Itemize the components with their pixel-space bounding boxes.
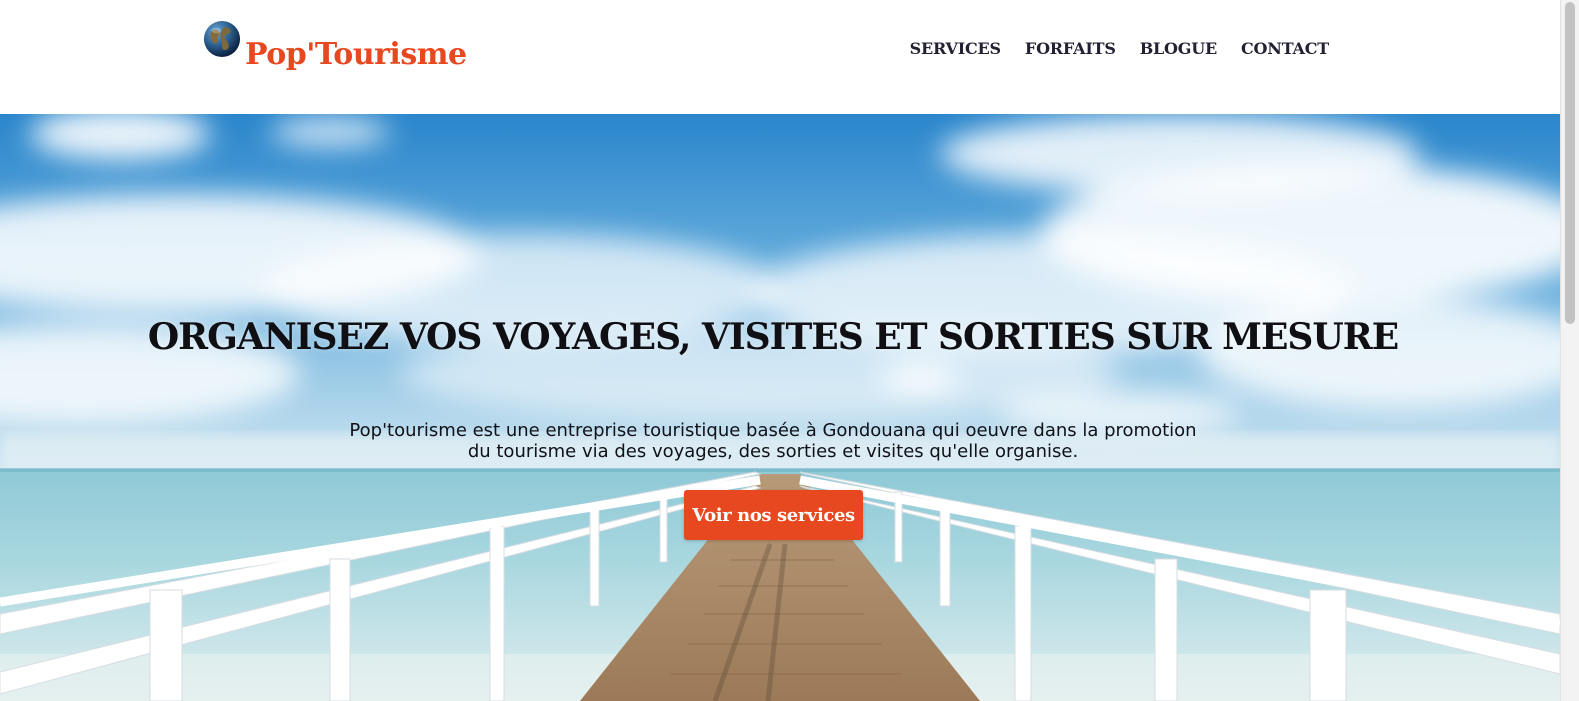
brand-logo-link[interactable]: Pop'Tourisme: [203, 18, 467, 74]
globe-icon: [203, 20, 241, 58]
scrollbar-thumb[interactable]: [1565, 2, 1575, 324]
nav-item-services[interactable]: SERVICES: [910, 39, 1001, 58]
page: Pop'Tourisme SERVICES FORFAITS BLOGUE CO…: [0, 0, 1579, 701]
hero-description: Pop'tourisme est une entreprise touristi…: [349, 420, 1197, 462]
site-header: Pop'Tourisme SERVICES FORFAITS BLOGUE CO…: [0, 0, 1560, 114]
hero-section: ORGANISEZ VOS VOYAGES, VISITES ET SORTIE…: [0, 114, 1560, 701]
page-scrollbar[interactable]: [1560, 0, 1579, 701]
main-nav: SERVICES FORFAITS BLOGUE CONTACT: [910, 39, 1330, 58]
brand-name: Pop'Tourisme: [245, 37, 467, 72]
hero-background-image: [0, 114, 1560, 701]
hero-title: ORGANISEZ VOS VOYAGES, VISITES ET SORTIE…: [147, 316, 1399, 358]
view-services-button[interactable]: Voir nos services: [684, 490, 863, 540]
nav-item-forfaits[interactable]: FORFAITS: [1025, 39, 1116, 58]
nav-item-contact[interactable]: CONTACT: [1241, 39, 1329, 58]
nav-item-blogue[interactable]: BLOGUE: [1140, 39, 1218, 58]
